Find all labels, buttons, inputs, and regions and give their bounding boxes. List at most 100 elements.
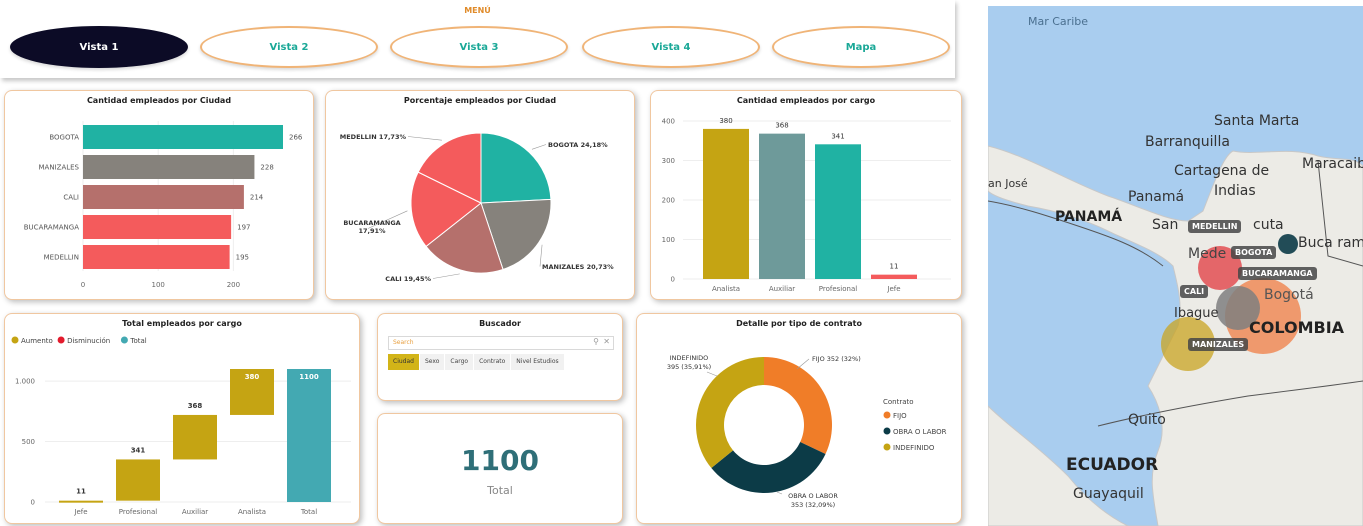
- y-tick-label: 100: [662, 236, 675, 244]
- cargo-waterfall-chart: Aumento Disminución Total 0 500 1.000 11 Jefe 34…: [11, 336, 351, 516]
- filter-tab-nivel-estudios[interactable]: Nivel Estudios: [511, 354, 564, 370]
- data-label: 214: [250, 194, 264, 202]
- pie-slice: [480, 132, 552, 204]
- x-tick-label: Jefe: [886, 285, 900, 293]
- bar: [759, 133, 805, 279]
- cities-bar-title: Cantidad empleados por Ciudad: [86, 96, 232, 105]
- data-label: 368: [188, 402, 203, 410]
- cities-bar-chart: 0 100 200 BOGOTA 266 MANIZALES 228 CALI 214 BUCAR…: [24, 121, 303, 289]
- city-tag-bogota[interactable]: BOGOTA: [1231, 246, 1277, 259]
- map-label: Buca ram: [1298, 235, 1363, 251]
- bar: [83, 185, 244, 209]
- map-bubble-bucaramanga[interactable]: [1278, 234, 1298, 254]
- data-label: 228: [260, 164, 273, 172]
- slice-label: FIJO 352 (32%): [812, 355, 861, 363]
- nav-vista-3-button[interactable]: Vista 3: [390, 26, 568, 68]
- y-tick-label: BOGOTA: [49, 134, 79, 142]
- leader-line: [531, 144, 547, 150]
- search-input[interactable]: Search ⚲ ✕: [388, 336, 614, 350]
- legend-title: Contrato: [883, 398, 914, 406]
- legend-label: OBRA O LABOR: [893, 428, 947, 436]
- slice-label: 395 (35,91%): [667, 363, 711, 371]
- map-label: Cartagena de: [1174, 163, 1270, 179]
- nav-vista-2-button[interactable]: Vista 2: [200, 26, 378, 68]
- map-label: an José: [988, 177, 1028, 190]
- map-label: Mede: [1188, 246, 1227, 262]
- contract-donut-card: Detalle por tipo de contrato FIJO 352 (3…: [636, 313, 962, 524]
- legend-label: INDEFINIDO: [893, 444, 935, 452]
- search-icon[interactable]: ⚲: [593, 337, 599, 346]
- nav-vista-1-button[interactable]: Vista 1: [10, 26, 188, 68]
- slice-label: MANIZALES 20,73%: [542, 263, 614, 271]
- legend-marker: [883, 443, 891, 451]
- data-label: 341: [131, 446, 146, 454]
- legend-marker: [57, 336, 65, 344]
- total-kpi-card: 1100 Total: [377, 413, 623, 524]
- slice-label: 353 (32,09%): [791, 501, 835, 509]
- cargo-bar-title: Cantidad empleados por cargo: [736, 96, 876, 105]
- map-label: Indias: [1214, 183, 1256, 199]
- data-label: 341: [831, 132, 844, 140]
- close-icon[interactable]: ✕: [603, 337, 610, 346]
- bar: [83, 125, 283, 149]
- data-label: 266: [289, 134, 303, 142]
- x-tick-label: 0: [81, 281, 85, 289]
- slice-label: MEDELLIN 17,73%: [340, 133, 407, 141]
- data-label: 197: [237, 224, 250, 232]
- map-label: ECUADOR: [1066, 455, 1159, 475]
- dashboard: MENÚ Vista 1 Vista 2 Vista 3 Vista 4 Map…: [0, 0, 1363, 526]
- y-tick-label: 400: [662, 118, 675, 126]
- filter-tab-ciudad[interactable]: Ciudad: [388, 354, 419, 370]
- contract-donut-chart: FIJO 352 (32%) OBRA O LABOR 353 (32,09%) IN…: [667, 354, 947, 509]
- map-label: Quito: [1128, 412, 1166, 428]
- y-tick-label: 500: [22, 438, 35, 446]
- cargo-waterfall-title: Total empleados por cargo: [122, 319, 242, 328]
- y-tick-label: 300: [662, 157, 675, 165]
- x-tick-label: Total: [300, 508, 317, 516]
- y-tick-label: 1.000: [15, 378, 35, 386]
- y-tick-label: 0: [671, 276, 675, 284]
- leader-line: [796, 358, 810, 370]
- y-tick-label: 200: [662, 197, 675, 205]
- legend-marker: [120, 336, 128, 344]
- slice-label: BOGOTA 24,18%: [548, 141, 608, 149]
- bar: [173, 414, 217, 460]
- map-label: PANAMÁ: [1055, 209, 1123, 225]
- city-tag-medellin[interactable]: MEDELLIN: [1188, 220, 1242, 233]
- legend-label: Aumento: [21, 337, 53, 345]
- filter-tab-contrato[interactable]: Contrato: [474, 354, 511, 370]
- map-label: Bogotá: [1264, 287, 1314, 303]
- legend-marker: [883, 427, 891, 435]
- leader-line: [706, 371, 718, 377]
- slice-label: BUCARAMANGA: [343, 219, 400, 227]
- legend-marker: [11, 336, 19, 344]
- data-label: 195: [236, 254, 249, 262]
- map-label: COLOMBIA: [1249, 318, 1345, 337]
- bar: [287, 369, 331, 502]
- x-tick-label: Auxiliar: [182, 508, 208, 516]
- nav-mapa-button[interactable]: Mapa: [772, 26, 950, 68]
- legend-label: Total: [129, 337, 146, 345]
- menu-title: MENÚ: [464, 6, 491, 15]
- bar: [703, 128, 749, 279]
- bar: [871, 274, 917, 279]
- data-label: 380: [245, 373, 260, 381]
- cargo-waterfall-card: Total empleados por cargo Aumento Disminu…: [4, 313, 360, 524]
- nav-vista-4-button[interactable]: Vista 4: [582, 26, 760, 68]
- map-label: Barranquilla: [1145, 134, 1230, 150]
- y-tick-label: MANIZALES: [39, 164, 80, 172]
- filter-tab-sexo[interactable]: Sexo: [419, 354, 445, 370]
- bar: [116, 459, 160, 501]
- map-label: Ibague: [1174, 306, 1219, 321]
- map-panel[interactable]: Mar Caribe Santa Marta Barranquilla Cart…: [988, 6, 1363, 526]
- cities-pie-chart: BOGOTA 24,18% MANIZALES 20,73% CALI 19,45%…: [340, 132, 614, 283]
- map-label: Santa Marta: [1214, 113, 1300, 129]
- y-tick-label: CALI: [63, 194, 79, 202]
- map-label: Panamá: [1128, 189, 1185, 205]
- y-tick-label: 0: [31, 499, 35, 507]
- filter-tab-cargo[interactable]: Cargo: [445, 354, 474, 370]
- city-tag-bucaramanga[interactable]: BUCARAMANGA: [1238, 267, 1317, 280]
- map-label: Mar Caribe: [1028, 15, 1089, 28]
- city-tag-cali[interactable]: CALI: [1180, 285, 1209, 298]
- city-tag-manizales[interactable]: MANIZALES: [1188, 338, 1249, 351]
